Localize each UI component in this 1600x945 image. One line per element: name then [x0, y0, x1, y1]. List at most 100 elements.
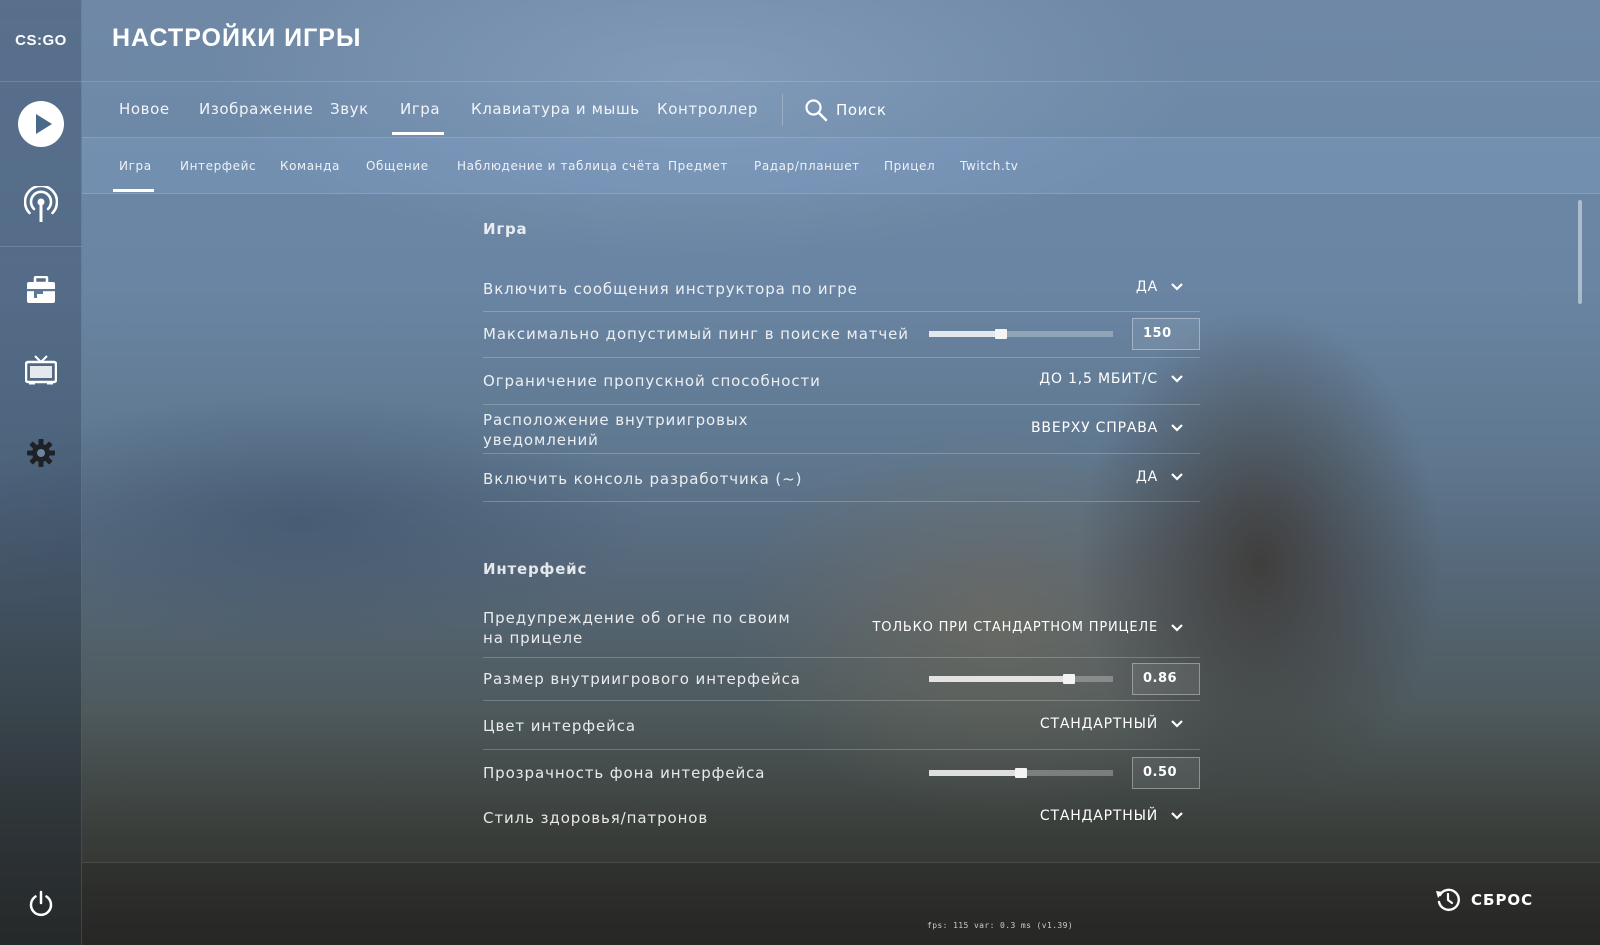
setting-label: Размер внутриигрового интерфейса [483, 670, 801, 688]
subtab-game[interactable]: Игра [113, 159, 154, 192]
setting-row-hud-scale: Размер внутриигрового интерфейса 0.86 [483, 658, 1200, 701]
sidebar-divider [0, 246, 82, 247]
settings-panel: Игра Включить сообщения инструктора по и… [483, 194, 1200, 862]
health-ammo-style-dropdown[interactable]: СТАНДАРТНЫЙ [1040, 808, 1184, 824]
hud-background-alpha-input[interactable]: 0.50 [1132, 757, 1200, 789]
subtab-twitch[interactable]: Twitch.tv [960, 159, 1018, 173]
setting-row-friendly-fire-warning: Предупреждение об огне по своим на прице… [483, 602, 1200, 658]
broadcast-icon [24, 186, 58, 222]
dropdown-value: СТАНДАРТНЫЙ [1039, 808, 1158, 824]
setting-row-hud-background-alpha: Прозрачность фона интерфейса 0.50 [483, 750, 1200, 794]
tab-video[interactable]: Изображение [199, 100, 313, 118]
setting-label: Расположение внутриигровых уведомлений [483, 411, 749, 449]
tab-audio[interactable]: Звук [330, 100, 369, 118]
setting-row-developer-console: Включить консоль разработчика (~) ДА [483, 454, 1200, 502]
section-title-interface: Интерфейс [483, 560, 588, 578]
max-ping-input[interactable]: 150 [1132, 318, 1200, 350]
dropdown-value: ДА [1135, 279, 1158, 295]
setting-row-bandwidth-limit: Ограничение пропускной способности ДО 1,… [483, 358, 1200, 405]
settings-footer: fps: 115 var: 0.3 ms (v1.39) СБРОС [82, 862, 1600, 945]
search-icon [805, 99, 828, 122]
netgraph-text: fps: 115 var: 0.3 ms (v1.39) [927, 921, 1074, 930]
chevron-down-icon [1171, 623, 1183, 632]
search-button[interactable]: Поиск [804, 98, 887, 122]
settings-tab-bar: Новое Изображение Звук Игра Клавиатура и… [82, 82, 1600, 138]
hud-scale-input[interactable]: 0.86 [1132, 663, 1200, 695]
csgo-logo[interactable]: CS:GO [0, 0, 82, 82]
bandwidth-limit-dropdown[interactable]: ДО 1,5 МБИТ/С [1039, 371, 1184, 387]
slider-fill [929, 770, 1021, 776]
slider-thumb[interactable] [1015, 768, 1027, 778]
chevron-down-icon [1171, 375, 1183, 383]
setting-row-notification-position: Расположение внутриигровых уведомлений В… [483, 405, 1200, 454]
notification-position-dropdown[interactable]: ВВЕРХУ СПРАВА [1031, 420, 1184, 436]
slider-thumb[interactable] [994, 329, 1007, 339]
inventory-button[interactable] [0, 250, 82, 330]
dropdown-value: ТОЛЬКО ПРИ СТАНДАРТНОМ ПРИЦЕЛЕ [872, 620, 1158, 635]
chevron-down-icon [1171, 283, 1183, 291]
tab-keyboard-mouse[interactable]: Клавиатура и мышь [471, 100, 640, 118]
tab-controller[interactable]: Контроллер [657, 100, 758, 118]
setting-label: Цвет интерфейса [483, 717, 637, 735]
setting-label: Включить сообщения инструктора по игре [483, 280, 858, 298]
subtab-interface[interactable]: Интерфейс [180, 159, 256, 173]
setting-label: Предупреждение об огне по своим на прице… [483, 609, 791, 647]
hud-color-dropdown[interactable]: СТАНДАРТНЫЙ [1040, 716, 1184, 732]
hud-background-alpha-slider[interactable] [929, 768, 1113, 778]
main-sidebar: CS:GO [0, 0, 82, 945]
reset-label: СБРОС [1471, 891, 1534, 909]
page-title: НАСТРОЙКИ ИГРЫ [112, 24, 362, 52]
slider-fill [929, 331, 1001, 337]
play-button[interactable] [0, 84, 82, 164]
tab-separator [782, 94, 783, 126]
chevron-down-icon [1171, 720, 1183, 728]
power-icon [29, 890, 53, 917]
setting-row-hud-color: Цвет интерфейса СТАНДАРТНЫЙ [483, 701, 1200, 750]
setting-label: Включить консоль разработчика (~) [483, 470, 803, 488]
watch-button[interactable] [0, 330, 82, 410]
tv-icon [25, 355, 57, 385]
gear-icon [27, 439, 55, 467]
max-ping-slider[interactable] [929, 329, 1113, 339]
chevron-down-icon [1171, 473, 1183, 481]
tab-new[interactable]: Новое [119, 100, 170, 118]
setting-label: Максимально допустимый пинг в поиске мат… [483, 325, 909, 343]
chevron-down-icon [1171, 424, 1183, 432]
friendly-fire-warning-dropdown[interactable]: ТОЛЬКО ПРИ СТАНДАРТНОМ ПРИЦЕЛЕ [873, 620, 1184, 635]
subtab-radar-tablet[interactable]: Радар/планшет [754, 159, 860, 173]
reset-button[interactable]: СБРОС [1435, 887, 1533, 913]
chevron-down-icon [1171, 812, 1183, 820]
hud-scale-slider[interactable] [929, 674, 1113, 684]
setting-label: Стиль здоровья/патронов [483, 809, 709, 827]
reset-history-icon [1436, 888, 1460, 911]
briefcase-icon [27, 276, 55, 303]
quit-button[interactable] [0, 864, 82, 944]
dropdown-value: СТАНДАРТНЫЙ [1039, 716, 1158, 732]
logo-text: CS:GO [15, 32, 67, 49]
instructor-messages-dropdown[interactable]: ДА [1136, 279, 1184, 295]
subtab-item[interactable]: Предмет [668, 159, 728, 173]
settings-subtab-bar: Игра Интерфейс Команда Общение Наблюдени… [82, 138, 1600, 194]
section-title-game: Игра [483, 220, 528, 238]
setting-row-instructor-messages: Включить сообщения инструктора по игре Д… [483, 266, 1200, 312]
setting-row-max-ping: Максимально допустимый пинг в поиске мат… [483, 312, 1200, 358]
search-label: Поиск [836, 101, 887, 119]
play-icon [18, 101, 64, 147]
dropdown-value: ДА [1135, 469, 1158, 485]
watch-broadcast-button[interactable] [0, 166, 82, 246]
page-header: НАСТРОЙКИ ИГРЫ [82, 0, 1600, 82]
settings-button[interactable] [0, 413, 82, 493]
subtab-communication[interactable]: Общение [366, 159, 429, 173]
dropdown-value: ДО 1,5 МБИТ/С [1039, 371, 1158, 387]
slider-fill [929, 676, 1069, 682]
tab-game[interactable]: Игра [391, 100, 445, 135]
subtab-team[interactable]: Команда [280, 159, 340, 173]
setting-row-health-ammo-style: Стиль здоровья/патронов СТАНДАРТНЫЙ [483, 794, 1200, 842]
subtab-crosshair[interactable]: Прицел [884, 159, 935, 173]
dropdown-value: ВВЕРХУ СПРАВА [1031, 420, 1158, 436]
setting-label: Прозрачность фона интерфейса [483, 764, 766, 782]
settings-scrollbar[interactable] [1578, 200, 1582, 304]
subtab-spectator-scoreboard[interactable]: Наблюдение и таблица счёта [457, 159, 660, 173]
developer-console-dropdown[interactable]: ДА [1136, 469, 1184, 485]
slider-thumb[interactable] [1062, 674, 1075, 684]
